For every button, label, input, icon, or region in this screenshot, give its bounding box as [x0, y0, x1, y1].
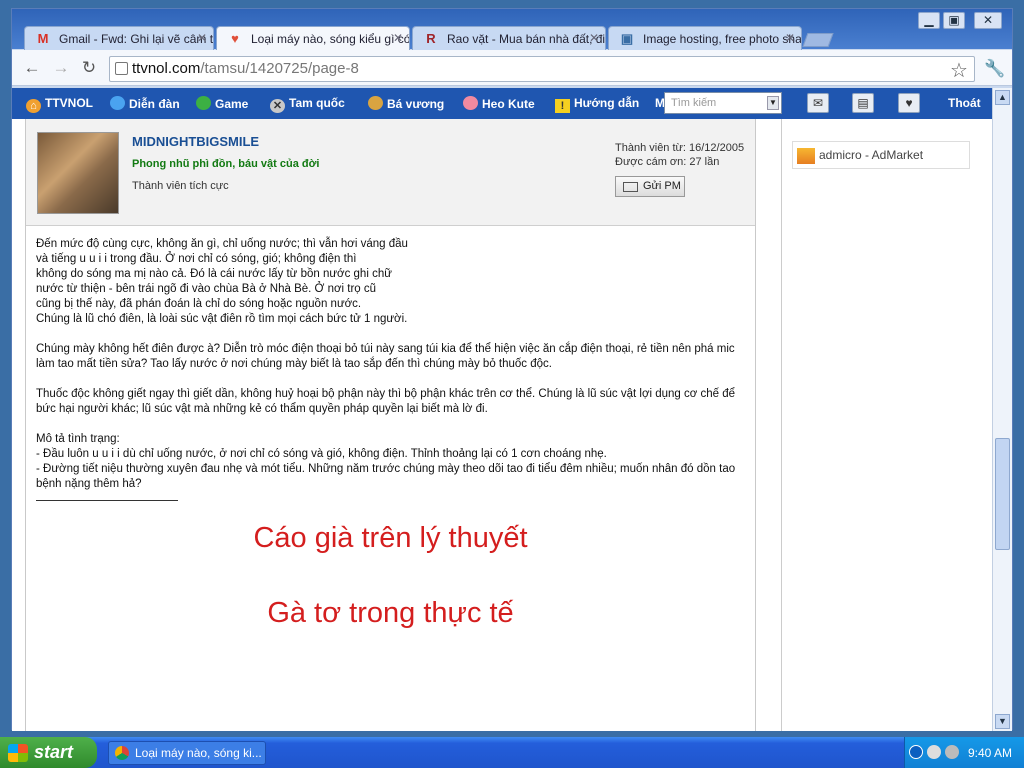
- volume-icon[interactable]: [945, 745, 959, 759]
- image-icon: ▣: [620, 31, 634, 46]
- tab-label: Image hosting, free photo sha: [643, 32, 802, 46]
- sidebar-divider: [767, 119, 782, 731]
- logout-link[interactable]: Thoát: [948, 96, 981, 110]
- chevron-down-icon[interactable]: ▼: [767, 96, 779, 110]
- address-bar[interactable]: ttvnol.com/tamsu/1420725/page-8: [109, 56, 975, 82]
- scroll-thumb[interactable]: [995, 438, 1010, 550]
- admicro-ad[interactable]: admicro - AdMarket: [792, 141, 970, 169]
- chevron-left-icon[interactable]: [909, 745, 923, 759]
- close-window-button[interactable]: ✕: [974, 12, 1002, 29]
- home-icon: ⌂: [26, 99, 41, 113]
- signature-line-1: Cáo già trên lý thuyết: [253, 522, 528, 554]
- close-tab-icon[interactable]: ✕: [785, 31, 795, 45]
- avatar[interactable]: [37, 132, 119, 214]
- admicro-logo-icon: [797, 148, 815, 164]
- ad-label: admicro - AdMarket: [819, 148, 924, 162]
- vertical-scrollbar[interactable]: ▲ ▼: [992, 88, 1012, 731]
- signature-divider: [36, 500, 178, 501]
- notice-icon[interactable]: ▤: [852, 93, 874, 113]
- taskbar-item-browser[interactable]: Loại máy nào, sóng ki...: [108, 741, 266, 765]
- send-pm-label: Gửi PM: [643, 180, 681, 192]
- wrench-icon[interactable]: 🔧: [984, 59, 1005, 79]
- nav-huong-dan[interactable]: ! Hướng dẫn: [555, 96, 639, 113]
- tab-strip: M Gmail - Fwd: Ghi lại vẽ câm tả - ✕ ♥ L…: [12, 9, 1012, 51]
- user-stats: Thành viên từ: 16/12/2005 Được cám ơn: 2…: [615, 141, 744, 169]
- thanks-count: Được cám ơn: 27 lần: [615, 156, 720, 168]
- envelope-icon: [623, 182, 638, 192]
- clock[interactable]: 9:40 AM: [968, 746, 1012, 760]
- page-icon: [115, 62, 128, 75]
- start-label: start: [34, 742, 74, 762]
- tab-image-hosting[interactable]: ▣ Image hosting, free photo sha ✕: [608, 26, 802, 50]
- address-path: /tamsu/1420725/page-8: [200, 60, 359, 77]
- user-title: Phong nhũ phì đồn, báu vật của đời: [132, 158, 320, 170]
- minimize-button[interactable]: ▁: [918, 12, 940, 29]
- tab-label: Gmail - Fwd: Ghi lại vẽ câm tả -: [59, 32, 214, 46]
- browser-window: M Gmail - Fwd: Ghi lại vẽ câm tả - ✕ ♥ L…: [11, 8, 1013, 731]
- nav-ttvnol[interactable]: ⌂ TTVNOL: [26, 96, 93, 113]
- post-paragraph: Thuốc độc không giết ngay thì giết dần, …: [36, 388, 736, 415]
- windows-flag-icon: [8, 744, 28, 762]
- browser-toolbar: ← → ↻ ttvnol.com/tamsu/1420725/page-8: [12, 50, 1012, 86]
- gmail-icon: M: [37, 31, 49, 46]
- pig-icon: [463, 96, 478, 110]
- post-paragraph: Đến mức độ cùng cực, không ăn gì, chỉ uố…: [36, 238, 408, 325]
- tab-rao-vat[interactable]: R Rao vặt - Mua bán nhà đất, đi ✕: [412, 26, 606, 50]
- search-placeholder: Tìm kiếm: [671, 97, 717, 109]
- tab-gmail[interactable]: M Gmail - Fwd: Ghi lại vẽ câm tả - ✕: [24, 26, 214, 50]
- nav-ba-vuong[interactable]: Bá vương: [368, 96, 444, 111]
- start-button[interactable]: start: [0, 737, 97, 768]
- post-body: Đến mức độ cùng cực, không ăn gì, chỉ uố…: [36, 237, 736, 507]
- network-icon[interactable]: [927, 745, 941, 759]
- new-tab-button[interactable]: [802, 33, 834, 47]
- username-link[interactable]: MIDNIGHTBIGSMILE: [132, 134, 259, 149]
- scroll-down-icon[interactable]: ▼: [995, 714, 1010, 729]
- cards-icon[interactable]: ♥: [898, 93, 920, 113]
- search-input[interactable]: Tìm kiếm ▼: [664, 92, 782, 114]
- heart-icon: ♥: [231, 31, 239, 46]
- close-tab-icon[interactable]: ✕: [393, 31, 403, 45]
- raovat-icon: R: [426, 31, 436, 46]
- maximize-button[interactable]: ▣: [943, 12, 965, 29]
- post-paragraph: Chúng mày không hết điên được à? Diễn tr…: [36, 343, 735, 370]
- bookmark-star-icon[interactable]: ☆: [950, 58, 968, 83]
- ba-vuong-icon: [368, 96, 383, 110]
- nav-game[interactable]: Game: [196, 96, 248, 111]
- forward-icon[interactable]: →: [50, 58, 72, 78]
- task-label: Loại máy nào, sóng ki...: [135, 746, 262, 760]
- forum-icon: [110, 96, 125, 110]
- user-rank: Thành viên tích cực: [132, 180, 229, 192]
- chrome-icon: [115, 746, 129, 760]
- nav-dien-dan[interactable]: Diễn đàn: [110, 96, 180, 111]
- post-paragraph: Mô tả tình trạng: - Đầu luôn u u i i dù …: [36, 433, 736, 490]
- join-date: Thành viên từ: 16/12/2005: [615, 142, 745, 154]
- reload-icon[interactable]: ↻: [78, 58, 100, 78]
- address-domain: ttvnol.com: [132, 60, 201, 77]
- post-header: MIDNIGHTBIGSMILE Phong nhũ phì đồn, báu …: [26, 119, 755, 226]
- close-tab-icon[interactable]: ✕: [197, 31, 207, 45]
- warning-icon: !: [555, 99, 570, 113]
- signature-line-2: Gà tơ trong thực tế: [267, 597, 514, 629]
- nav-heo-kute[interactable]: Heo Kute: [463, 96, 535, 111]
- mail-icon[interactable]: ✉: [807, 93, 829, 113]
- scroll-up-icon[interactable]: ▲: [995, 90, 1010, 105]
- back-icon[interactable]: ←: [21, 58, 43, 78]
- forum-post: MIDNIGHTBIGSMILE Phong nhũ phì đồn, báu …: [25, 119, 756, 731]
- swords-icon: ✕: [270, 99, 285, 113]
- system-tray: 9:40 AM: [904, 737, 1024, 768]
- tab-label: Loại máy nào, sóng kiểu gì có t: [251, 32, 410, 46]
- game-icon: [196, 96, 211, 110]
- close-tab-icon[interactable]: ✕: [589, 31, 599, 45]
- site-nav-bar: ⌂ TTVNOL Diễn đàn Game ✕ Tam quốc Bá vương…: [12, 88, 992, 119]
- taskbar: start Loại máy nào, sóng ki... 9:40 AM: [0, 737, 1024, 768]
- tab-label: Rao vặt - Mua bán nhà đất, đi: [447, 32, 606, 46]
- send-pm-button[interactable]: Gửi PM: [615, 176, 685, 197]
- tab-loai-may-nao[interactable]: ♥ Loại máy nào, sóng kiểu gì có t ✕: [216, 26, 410, 51]
- nav-tam-quoc[interactable]: ✕ Tam quốc: [270, 96, 345, 113]
- page-content: MIDNIGHTBIGSMILE Phong nhũ phì đồn, báu …: [12, 119, 992, 731]
